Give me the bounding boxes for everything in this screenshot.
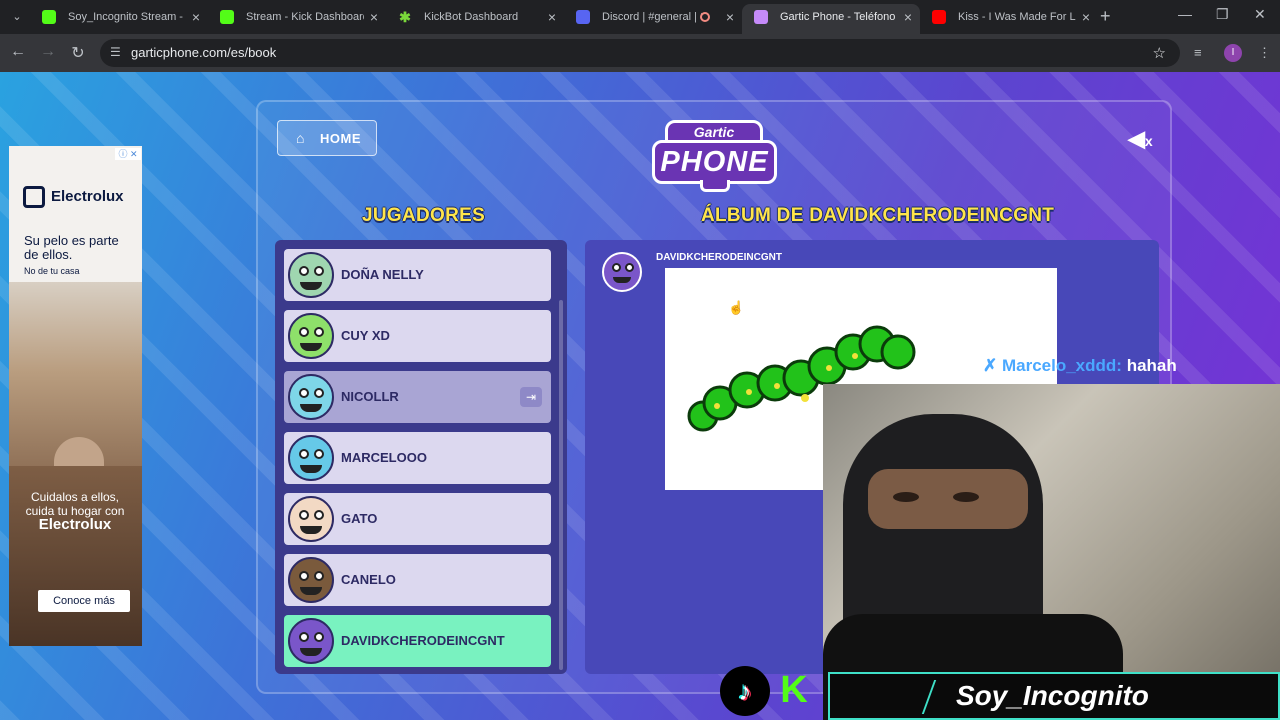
- browser-tab-bar: ⌄ Soy_Incognito Stream - W × Stream - Ki…: [0, 0, 1280, 34]
- player-item-current[interactable]: DAVIDKCHERODEINCGNT: [284, 615, 551, 667]
- tiktok-icon: ♪: [720, 666, 770, 716]
- players-list: DOÑA NELLY CUY XD NICOLLR ⇥ MARCELOOO GA…: [275, 240, 567, 674]
- tab-soy-incognito-stream[interactable]: Soy_Incognito Stream - W ×: [30, 4, 208, 34]
- kick-icon: [42, 10, 56, 24]
- forward-button[interactable]: →: [38, 43, 58, 61]
- player-avatar-icon: [288, 435, 334, 481]
- speaker-mute-icon: ◀: [1128, 126, 1145, 151]
- player-item[interactable]: CANELO: [284, 554, 551, 606]
- sound-toggle-button[interactable]: ◀x: [1128, 126, 1153, 152]
- gartic-icon: [754, 10, 768, 24]
- home-icon: ⌂: [296, 130, 305, 146]
- kick-icon: [220, 10, 234, 24]
- player-item[interactable]: CUY XD: [284, 310, 551, 362]
- sword-badge-icon: ✗: [983, 356, 998, 375]
- kickbot-icon: ✱: [399, 9, 411, 25]
- recording-icon: [700, 12, 710, 22]
- players-title: JUGADORES: [362, 205, 486, 226]
- tab-search-icon[interactable]: ⌄: [6, 8, 28, 26]
- youtube-icon: [932, 10, 946, 24]
- player-avatar-icon: [288, 557, 334, 603]
- browser-toolbar: ← → ↻ ☰ garticphone.com/es/book ☆ ≡ I ⋮: [0, 34, 1280, 72]
- menu-kebab-icon[interactable]: ⋮: [1258, 45, 1271, 61]
- bookmark-star-icon[interactable]: ☆: [1153, 44, 1166, 62]
- minimize-button[interactable]: —: [1178, 6, 1192, 22]
- hand-cursor-icon: ☝: [728, 300, 745, 315]
- close-icon[interactable]: ×: [192, 4, 200, 30]
- restore-button[interactable]: ❐: [1216, 6, 1229, 23]
- player-avatar-icon: [288, 252, 334, 298]
- stream-chat-message: ✗ Marcelo_xddd: hahah: [983, 356, 1177, 375]
- address-bar[interactable]: ☰ garticphone.com/es/book ☆: [100, 39, 1180, 67]
- profile-avatar[interactable]: I: [1224, 44, 1242, 62]
- window-close-button[interactable]: ✕: [1254, 6, 1266, 23]
- players-scrollbar[interactable]: [559, 300, 563, 670]
- tab-kickbot-dashboard[interactable]: ✱ KickBot Dashboard ×: [386, 4, 564, 34]
- close-icon[interactable]: ×: [726, 4, 734, 30]
- site-info-icon[interactable]: ☰: [110, 45, 121, 59]
- close-icon[interactable]: ×: [370, 4, 378, 30]
- close-icon[interactable]: ×: [1082, 4, 1090, 30]
- player-avatar-icon: [288, 618, 334, 664]
- media-control-icon[interactable]: ≡: [1194, 45, 1202, 60]
- streamer-name-banner: Soy_Incognito: [828, 672, 1280, 720]
- close-icon[interactable]: ×: [548, 4, 556, 30]
- discord-icon: [576, 10, 590, 24]
- new-tab-button[interactable]: +: [1100, 6, 1111, 27]
- tab-discord[interactable]: Discord | #general | Se ×: [564, 4, 742, 34]
- tab-gartic-phone[interactable]: Gartic Phone - Teléfono De ×: [742, 4, 920, 34]
- album-author-name: DAVIDKCHERODEINCGNT: [656, 252, 782, 263]
- kick-player-icon[interactable]: ⇥: [520, 387, 542, 407]
- streamer-webcam: [823, 384, 1280, 720]
- kick-logo-icon: K: [780, 669, 808, 711]
- reload-button[interactable]: ↻: [68, 43, 88, 63]
- tab-kiss-youtube[interactable]: Kiss - I Was Made For Lovi ×: [920, 4, 1098, 34]
- player-avatar-icon: [288, 496, 334, 542]
- home-button[interactable]: ⌂ HOME: [277, 120, 377, 156]
- player-item[interactable]: MARCELOOO: [284, 432, 551, 484]
- album-title: ÁLBUM DE DAVIDKCHERODEINCGNT: [701, 205, 1055, 226]
- back-button[interactable]: ←: [8, 43, 28, 61]
- album-author-avatar-icon: [602, 252, 642, 292]
- gartic-phone-logo: Gartic PHONE: [652, 120, 777, 194]
- url-text[interactable]: garticphone.com/es/book: [131, 45, 276, 60]
- close-icon[interactable]: ×: [904, 4, 912, 30]
- player-item[interactable]: DOÑA NELLY: [284, 249, 551, 301]
- player-item[interactable]: NICOLLR ⇥: [284, 371, 551, 423]
- player-item[interactable]: GATO: [284, 493, 551, 545]
- player-avatar-icon: [288, 313, 334, 359]
- player-avatar-icon: [288, 374, 334, 420]
- tab-kick-dashboard[interactable]: Stream - Kick Dashboard ×: [208, 4, 386, 34]
